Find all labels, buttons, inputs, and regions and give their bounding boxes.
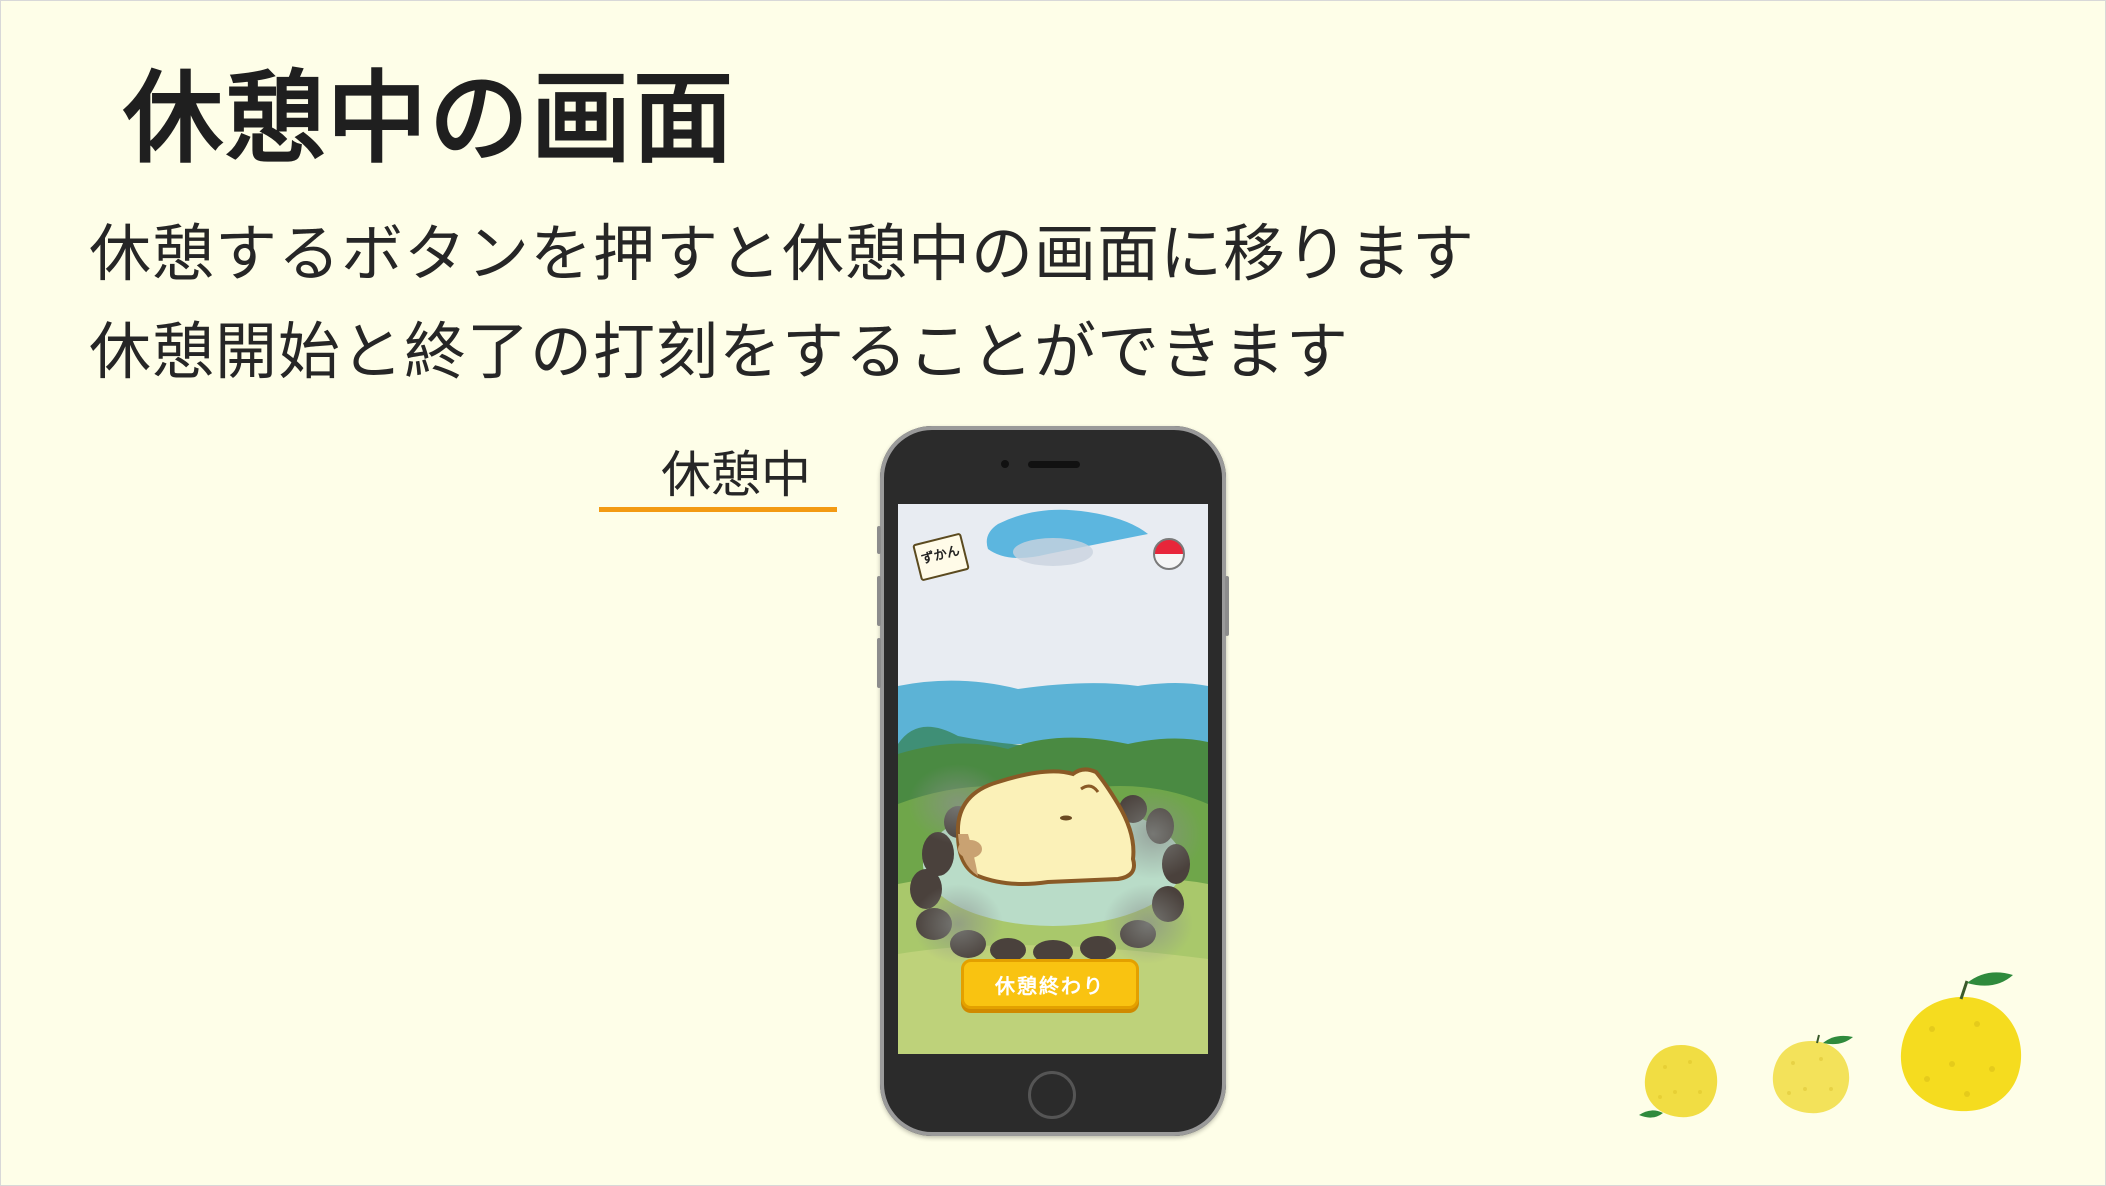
phone-home-button — [1028, 1071, 1076, 1119]
phone-power-button — [1225, 576, 1229, 636]
phone-mockup: ずかん 休憩終わり — [877, 426, 1229, 1136]
app-screen: ずかん 休憩終わり — [898, 504, 1208, 1054]
phone-camera — [1001, 460, 1009, 468]
phone-volume-down — [877, 638, 881, 688]
screen-label: 休憩中 — [661, 446, 811, 504]
phone-silent-switch — [877, 526, 881, 554]
slide: 休憩中の画面 休憩するボタンを押すと休憩中の画面に移ります 休憩開始と終了の打刻… — [0, 0, 2106, 1186]
ball-icon[interactable] — [1153, 538, 1185, 570]
phone-speaker — [1028, 461, 1080, 468]
yuzu-fruit-icon — [1772, 1034, 1853, 1114]
screen-label-underline — [599, 507, 837, 512]
yuzu-fruit-icon — [1900, 972, 2022, 1112]
page-title: 休憩中の画面 — [123, 60, 735, 177]
phone-volume-up — [877, 576, 881, 626]
end-break-button[interactable]: 休憩終わり — [961, 959, 1139, 1009]
description-line-1: 休憩するボタンを押すと休憩中の画面に移ります — [89, 217, 1476, 290]
yuzu-fruit-icon — [1639, 1045, 1718, 1118]
description-line-2: 休憩開始と終了の打刻をすることができます — [89, 315, 1350, 388]
